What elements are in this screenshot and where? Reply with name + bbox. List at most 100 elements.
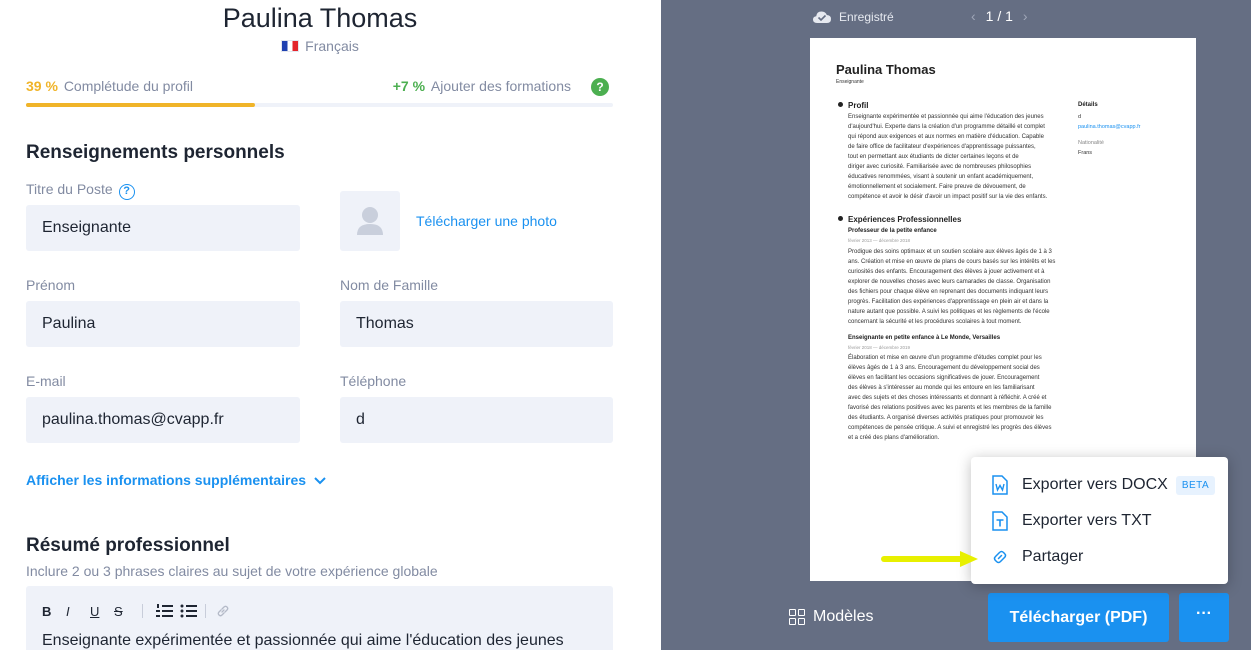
italic-button[interactable]: I <box>66 604 90 619</box>
summary-title: Résumé professionnel <box>26 535 230 556</box>
summary-editor[interactable]: B I U S Enseignante expérimentée et pass… <box>26 586 613 650</box>
chevron-left-icon[interactable]: ‹ <box>971 8 976 24</box>
resume-editor: Paulina Thomas Français 39 % Complétude … <box>0 0 661 650</box>
personal-info-title: Renseignements personnels <box>26 142 285 163</box>
cv-line: émotionnellement et socialement. Faire p… <box>848 184 1026 190</box>
cv-line: nature autant que possible. A suivi les … <box>848 309 1050 315</box>
cv-line: curiosités des enfants. Encouragement de… <box>848 269 1045 275</box>
progress-hint[interactable]: +7 % Ajouter des formations <box>393 78 571 94</box>
cv-line: des étudiants. A organisé diverses activ… <box>848 415 1044 421</box>
cv-job2-date: février 2018 — décembre 2019 <box>848 345 911 350</box>
cv-line: et a créé des plans d'amélioration. <box>848 435 940 441</box>
question-icon[interactable]: ? <box>591 78 609 96</box>
toolbar-divider <box>205 604 206 618</box>
email-label: E-mail <box>26 373 66 389</box>
toolbar-divider <box>142 604 143 618</box>
cv-details-email: paulina.thomas@cvapp.fr <box>1078 124 1141 130</box>
download-pdf-button[interactable]: Télécharger (PDF) <box>988 593 1169 642</box>
last-name-input[interactable]: Thomas <box>340 301 613 347</box>
cv-line: de faire office de facilitateur d'expéri… <box>848 144 1036 150</box>
rte-toolbar: B I U S <box>42 602 230 620</box>
cv-line: avec des sujets et des choses intéressan… <box>848 395 1047 401</box>
cv-details-title: Détails <box>1078 102 1098 108</box>
templates-label: Modèles <box>813 608 874 625</box>
progress-percent: 39 % <box>26 78 58 94</box>
cv-line: explorer de nouvelles choses avec leurs … <box>848 279 1051 285</box>
cv-line: ans. Création et mise en œuvre de plans … <box>848 259 1056 265</box>
cv-line: d'aujourd'hui. Experte dans la création … <box>848 124 1045 130</box>
progress-bar-fill <box>26 103 255 107</box>
upload-photo-link[interactable]: Télécharger une photo <box>416 213 557 229</box>
cv-exp-heading: Expériences Professionnelles <box>838 215 961 224</box>
show-more-info-link[interactable]: Afficher les informations supplémentaire… <box>26 472 326 488</box>
cv-job1-date: février 2013 — décembre 2018 <box>848 238 911 243</box>
photo-placeholder[interactable] <box>340 191 400 251</box>
cloud-check-icon <box>813 11 831 23</box>
numbered-list-icon[interactable] <box>153 604 177 618</box>
progress-hint-plus: +7 % <box>392 78 426 94</box>
strike-button[interactable]: S <box>114 604 138 619</box>
cv-line: progrès. Facilitation des expériences d'… <box>848 299 1049 305</box>
email-input[interactable]: paulina.thomas@cvapp.fr <box>26 397 300 443</box>
cv-job1-text: Prodigue des soins optimaux et un soutie… <box>848 247 1073 327</box>
cv-details-phone: d <box>1078 114 1082 120</box>
cv-line: tout en permettant aux étudiants de dict… <box>848 154 1019 160</box>
first-name-input[interactable]: Paulina <box>26 301 300 347</box>
language-selector[interactable]: Français <box>0 38 640 54</box>
summary-subtitle: Inclure 2 ou 3 phrases claires au sujet … <box>26 563 438 579</box>
cv-line: élèves âgés de 1 à 3 ans. Encouragement … <box>848 365 1040 371</box>
cv-job2-title: Enseignante en petite enfance à Le Monde… <box>848 335 1001 341</box>
cv-profile-text: Enseignante expérimentée et passionnée q… <box>848 112 1068 202</box>
highlight-arrow-icon <box>881 551 978 567</box>
phone-label: Téléphone <box>340 373 407 389</box>
job-title-input[interactable]: Enseignante <box>26 205 300 251</box>
cv-line: concernant la sécurité et les procédures… <box>848 319 1022 325</box>
language-label: Français <box>305 38 359 54</box>
cv-line: des fichiers pour chaque élève en repren… <box>848 289 1049 295</box>
cv-line: des élèves à s'intéresser au monde qui l… <box>848 385 1035 391</box>
summary-text[interactable]: Enseignante expérimentée et passionnée q… <box>42 632 564 650</box>
cv-line: qui répond aux exigences et aux normes e… <box>848 134 1044 140</box>
cv-job2-text: Élaboration et mise en œuvre d'un progra… <box>848 353 1073 443</box>
resume-name-heading[interactable]: Paulina Thomas <box>0 3 640 34</box>
cv-line: Enseignante expérimentée et passionnée q… <box>848 114 1044 120</box>
beta-badge: BETA <box>1175 475 1216 495</box>
phone-input[interactable]: d <box>340 397 613 443</box>
user-avatar-icon <box>357 207 383 235</box>
word-document-icon <box>989 475 1011 495</box>
cv-line: diriger avec curiosité. Familiarisée ave… <box>848 164 1032 170</box>
export-menu: Exporter vers DOCX BETA Exporter vers TX… <box>971 457 1228 584</box>
cv-line: éducatives renommées, visant à soutenir … <box>848 174 1034 180</box>
chevron-right-icon[interactable]: › <box>1023 8 1028 24</box>
person-icon <box>838 102 843 107</box>
export-txt-item[interactable]: Exporter vers TXT <box>989 509 1152 533</box>
first-name-label: Prénom <box>26 277 76 293</box>
progress-label: Complétude du profil <box>63 78 193 94</box>
saved-label: Enregistré <box>839 10 894 24</box>
job-title-label-text: Titre du Poste <box>26 181 113 197</box>
cv-job1-title: Professeur de la petite enfance <box>848 228 937 234</box>
cv-nationality-value: Frans <box>1078 150 1093 156</box>
link-icon[interactable] <box>216 604 230 618</box>
cv-line: élèves en facilitant les occasions signi… <box>848 375 1040 381</box>
underline-button[interactable]: U <box>90 604 114 619</box>
show-more-info-label: Afficher les informations supplémentaire… <box>26 472 307 488</box>
more-options-button[interactable]: ··· <box>1179 593 1229 642</box>
cv-nationality-label: Nationalité <box>1078 140 1104 146</box>
last-name-label: Nom de Famille <box>340 277 439 293</box>
help-icon[interactable]: ? <box>118 184 135 200</box>
profile-progress: 39 % Complétude du profil +7 % Ajouter d… <box>26 78 613 98</box>
share-item[interactable]: Partager <box>989 545 1083 569</box>
share-label: Partager <box>1022 548 1084 565</box>
export-docx-item[interactable]: Exporter vers DOCX BETA <box>989 473 1216 497</box>
cv-line: compétences de pensée critique. A suivi … <box>848 425 1052 431</box>
cv-job-title: Enseignante <box>836 79 864 85</box>
cv-exp-title: Expériences Professionnelles <box>848 215 962 224</box>
templates-button[interactable]: Modèles <box>789 608 873 626</box>
saved-status: Enregistré <box>813 10 894 24</box>
export-txt-label: Exporter vers TXT <box>1022 512 1152 529</box>
cv-profile-heading: Profil <box>838 101 868 110</box>
bullet-list-icon[interactable] <box>177 604 201 618</box>
grid-icon <box>789 609 805 625</box>
bold-button[interactable]: B <box>42 604 66 619</box>
